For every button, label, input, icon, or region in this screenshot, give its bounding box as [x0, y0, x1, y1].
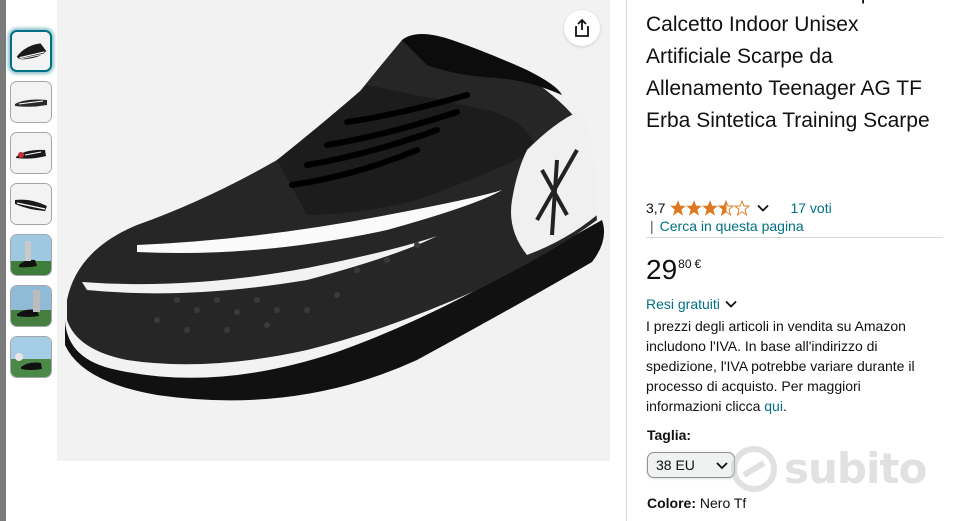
star-half-icon [718, 200, 735, 216]
vat-notice: I prezzi degli articoli in vendita su Am… [646, 316, 936, 416]
rating-stars[interactable] [670, 200, 751, 216]
subito-watermark: subito [730, 444, 927, 493]
size-dropdown[interactable]: 38 EU [647, 452, 735, 478]
thumbnail-5[interactable] [10, 234, 52, 276]
thumbnail-7[interactable] [10, 336, 52, 378]
color-row: Colore: Nero Tf [647, 495, 746, 511]
thumbnail-6[interactable] [10, 285, 52, 327]
thumbnail-1[interactable] [10, 30, 52, 72]
thumbnail-3[interactable] [10, 132, 52, 174]
search-page-link[interactable]: Cerca in questa pagina [660, 218, 804, 234]
price-whole: 29 [646, 254, 678, 285]
shoe-image [65, 34, 605, 401]
chevron-down-icon [725, 300, 737, 308]
subito-logo-icon [731, 445, 777, 492]
share-icon [575, 19, 589, 37]
chevron-down-icon [716, 462, 728, 470]
size-label: Taglia: [647, 427, 692, 443]
vat-info-link[interactable]: qui [764, 398, 783, 414]
window-left-edge [0, 0, 6, 521]
thumbnail-4[interactable] [10, 183, 52, 225]
product-title: Uomo Donna Turf Scarpe da Calcetto Indoo… [646, 0, 930, 132]
chevron-down-icon[interactable] [756, 201, 770, 215]
share-button[interactable] [564, 10, 600, 46]
search-page-row: | Cerca in questa pagina [650, 218, 804, 234]
price: 29 80 € [646, 254, 701, 286]
thumbnail-2[interactable] [10, 81, 52, 123]
rating-row: 3,7 17 voti [646, 198, 832, 218]
color-label: Colore: [647, 495, 696, 511]
divider [646, 237, 943, 238]
votes-link[interactable]: 17 voti [790, 200, 831, 216]
free-returns-link[interactable]: Resi gratuiti [646, 296, 738, 312]
star-icon [670, 200, 687, 216]
free-returns-label: Resi gratuiti [646, 296, 720, 312]
price-currency: € [694, 257, 702, 271]
watermark-text: subito [784, 444, 927, 493]
column-divider [626, 0, 627, 521]
star-empty-icon [734, 200, 751, 216]
vat-notice-end: . [782, 398, 787, 414]
color-value: Nero Tf [699, 495, 747, 511]
product-main-image[interactable] [57, 0, 610, 461]
price-fraction: 80 [678, 257, 692, 271]
separator: | [650, 218, 654, 234]
rating-value[interactable]: 3,7 [646, 200, 665, 216]
size-selected-value: 38 EU [656, 457, 695, 473]
star-icon [686, 200, 703, 216]
star-icon [702, 200, 719, 216]
